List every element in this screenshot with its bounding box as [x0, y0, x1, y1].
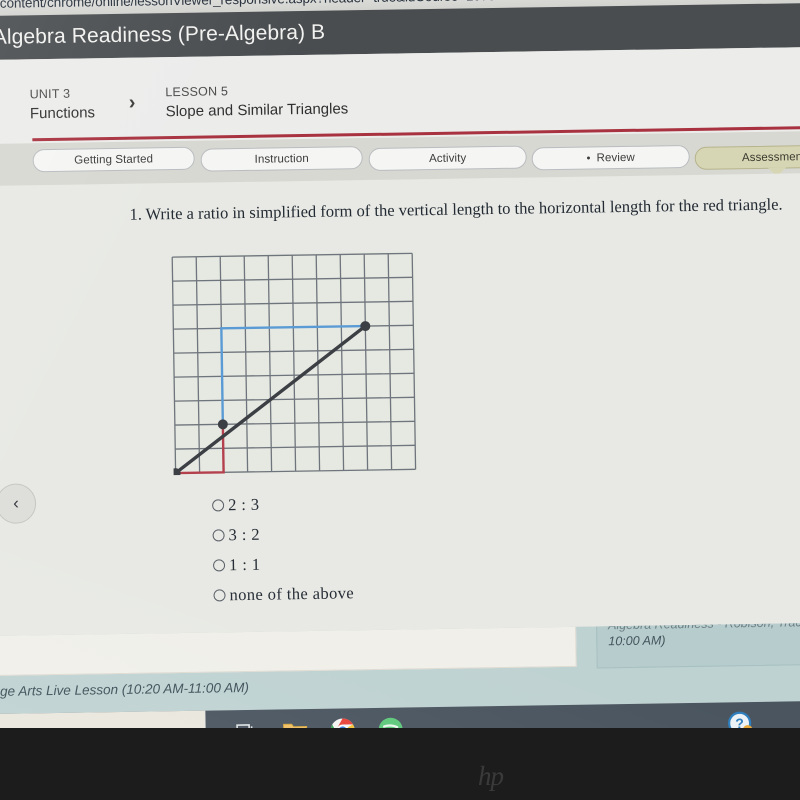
tab-review-label: Review — [596, 151, 635, 164]
radio-icon[interactable] — [212, 529, 225, 542]
choice-option-2[interactable]: 3 : 2 — [212, 518, 353, 550]
radio-icon[interactable] — [213, 589, 226, 602]
choice-option-3-label: 1 : 1 — [228, 554, 261, 575]
calendar-event-title: uage Arts Live Lesson (10:20 AM-11:00 AM… — [0, 679, 249, 700]
bullet-icon: • — [586, 152, 591, 165]
question-text: Write a ratio in simplified form of the … — [145, 194, 783, 224]
choice-option-2-label: 3 : 2 — [228, 524, 261, 545]
lesson-header-band: UNIT 3 Functions › LESSON 5 Slope and Si… — [0, 46, 800, 144]
answer-choices: 2 : 3 3 : 2 1 : 1 none of the above — [212, 488, 354, 610]
tab-assessment[interactable]: Assessment — [694, 144, 800, 170]
laptop-bezel: hp — [0, 728, 800, 800]
tab-activity[interactable]: Activity — [368, 145, 527, 172]
photo-of-laptop-screen: /content/chrome/online/lessonViewer_resp… — [0, 0, 800, 800]
choice-option-1-label: 2 : 3 — [227, 494, 260, 515]
radio-icon[interactable] — [212, 559, 226, 572]
tab-assessment-label: Assessment — [741, 150, 800, 164]
breadcrumb-unit-kicker: UNIT 3 — [29, 86, 71, 102]
breadcrumb: UNIT 3 Functions › LESSON 5 Slope and Si… — [30, 80, 349, 125]
chevron-left-icon: ‹ — [13, 493, 20, 513]
choice-option-4[interactable]: none of the above — [213, 578, 354, 610]
chevron-right-icon: › — [128, 92, 136, 115]
tab-activity-label: Activity — [428, 151, 467, 165]
course-title: Algebra Readiness (Pre-Algebra) B — [0, 20, 326, 49]
tab-instruction[interactable]: Instruction — [200, 146, 363, 172]
radio-icon[interactable] — [212, 499, 225, 512]
graph-svg — [170, 251, 420, 476]
breadcrumb-unit-name: Functions — [29, 104, 96, 123]
question-block: 1. Write a ratio in simplified form of t… — [129, 191, 785, 227]
choice-option-4-label: none of the above — [229, 583, 355, 605]
laptop-screen: /content/chrome/online/lessonViewer_resp… — [0, 0, 800, 750]
tab-review[interactable]: • Review — [531, 144, 690, 171]
tab-getting-started[interactable]: Getting Started — [32, 146, 195, 173]
hp-logo: hp — [478, 761, 504, 791]
question-number: 1. — [129, 204, 143, 224]
tab-instruction-label: Instruction — [254, 152, 309, 166]
choice-option-3[interactable]: 1 : 1 — [212, 548, 354, 580]
tab-getting-started-label: Getting Started — [74, 152, 154, 167]
assessment-content: 1. Write a ratio in simplified form of t… — [0, 172, 800, 636]
background-calendar-app: Algebra Readiness - Robison, Tracy (9:20… — [0, 622, 800, 714]
breadcrumb-unit[interactable]: UNIT 3 Functions — [30, 84, 96, 125]
slope-graph — [170, 251, 420, 476]
calendar-event-time: 10:00 AM) — [608, 633, 666, 649]
previous-page-button[interactable]: ‹ — [0, 483, 37, 524]
breadcrumb-lesson-name: Slope and Similar Triangles — [165, 100, 349, 121]
breadcrumb-lesson[interactable]: LESSON 5 Slope and Similar Triangles — [165, 80, 348, 123]
choice-option-1[interactable]: 2 : 3 — [212, 488, 353, 520]
